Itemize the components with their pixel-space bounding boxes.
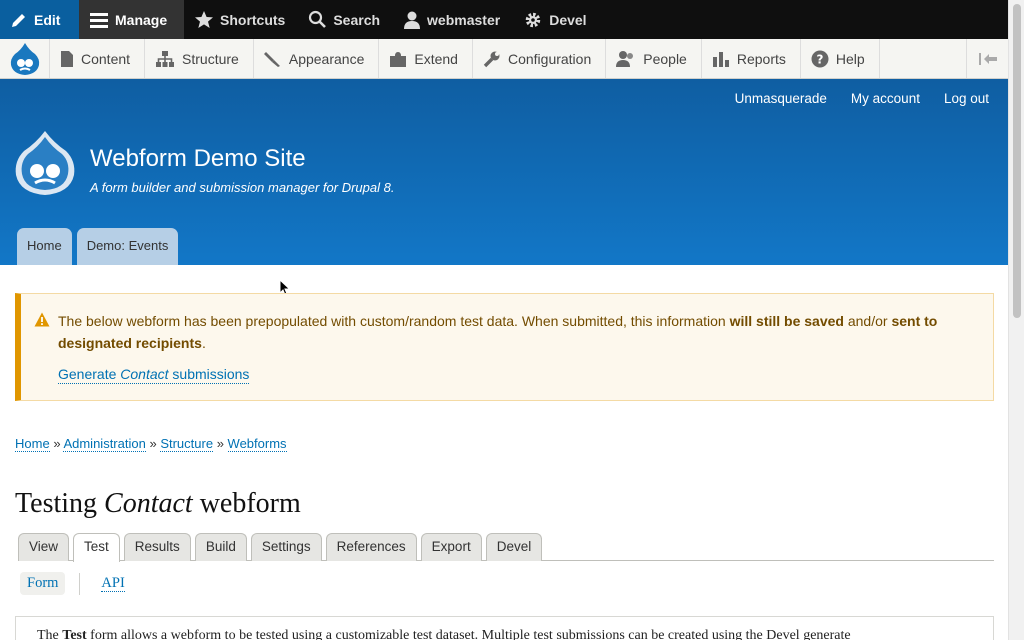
site-name[interactable]: Webform Demo Site <box>90 145 306 173</box>
secondary-tabs: Form API <box>20 572 132 595</box>
pencil-icon <box>12 13 25 27</box>
site-slogan: A form builder and submission manager fo… <box>90 180 395 195</box>
search-label: Search <box>333 11 381 28</box>
tray-item-label: Configuration <box>507 50 592 67</box>
collapse-arrow-icon <box>978 52 997 65</box>
local-tabs: View Test Results Build Settings Referen… <box>18 533 994 562</box>
breadcrumb-home[interactable]: Home <box>15 436 50 452</box>
subtab-divider <box>79 572 81 595</box>
tray-item-label: Help <box>835 50 865 67</box>
shortcuts-label: Shortcuts <box>220 11 286 28</box>
tray-item-label: Extend <box>414 50 458 67</box>
manage-button[interactable]: Manage <box>79 0 184 39</box>
wrench-icon <box>483 51 500 67</box>
tray-item-content[interactable]: Content <box>50 39 146 78</box>
admin-toolbar: Edit Manage Shortcuts Search webmaster D… <box>0 0 1008 39</box>
edit-label: Edit <box>34 11 61 28</box>
drupal-logo-icon <box>15 131 75 195</box>
devel-button[interactable]: Devel <box>513 0 599 39</box>
sitemap-icon <box>156 50 175 67</box>
primary-tabs: Home Demo: Events <box>17 228 179 265</box>
tray-item-label: People <box>643 50 687 67</box>
primary-tab-demo-events[interactable]: Demo: Events <box>76 228 179 265</box>
tray-item-label: Reports <box>736 50 786 67</box>
tab-devel[interactable]: Devel <box>485 533 543 561</box>
tab-view[interactable]: View <box>18 533 70 561</box>
breadcrumb-separator: » <box>216 436 224 451</box>
generate-submissions-link[interactable]: Generate Contact submissions <box>58 366 250 384</box>
tab-build[interactable]: Build <box>194 533 247 561</box>
gear-icon <box>525 12 541 27</box>
puzzle-icon <box>390 51 407 67</box>
tray-item-people[interactable]: People <box>606 39 702 78</box>
tray-item-configuration[interactable]: Configuration <box>473 39 607 78</box>
test-description: The Test form allows a webform to be tes… <box>15 616 994 640</box>
tray-item-label: Structure <box>182 50 239 67</box>
tray-item-appearance[interactable]: Appearance <box>254 39 380 78</box>
tray-collapse-toggle[interactable] <box>966 39 1008 78</box>
bar-chart-icon <box>712 51 729 67</box>
log-out-link[interactable]: Log out <box>944 91 989 106</box>
document-icon <box>61 50 73 67</box>
tray-item-reports[interactable]: Reports <box>702 39 801 78</box>
tray-item-structure[interactable]: Structure <box>145 39 254 78</box>
site-logo[interactable] <box>14 129 76 202</box>
breadcrumb-webforms[interactable]: Webforms <box>227 436 287 452</box>
paintbrush-icon <box>263 51 280 67</box>
subtab-api[interactable]: API <box>94 572 131 595</box>
subtab-form[interactable]: Form <box>20 572 66 595</box>
svg-text:?: ? <box>816 52 823 66</box>
tab-settings[interactable]: Settings <box>250 533 322 561</box>
search-icon <box>309 10 327 28</box>
edit-button[interactable]: Edit <box>0 0 79 39</box>
shortcuts-button[interactable]: Shortcuts <box>184 0 298 39</box>
tab-export[interactable]: Export <box>420 533 482 561</box>
manage-label: Manage <box>115 11 168 28</box>
tab-references[interactable]: References <box>325 533 417 561</box>
hamburger-icon <box>90 12 108 28</box>
warning-message: The below webform has been prepopulated … <box>15 293 994 401</box>
drupal-drop-icon <box>10 42 39 75</box>
star-icon <box>195 10 213 28</box>
secondary-menu: Unmasquerade My account Log out <box>735 91 989 106</box>
people-icon <box>616 50 634 67</box>
user-label: webmaster <box>427 11 501 28</box>
devel-label: Devel <box>549 11 587 28</box>
search-button[interactable]: Search <box>298 0 393 39</box>
tray-item-help[interactable]: ? Help <box>801 39 880 78</box>
tab-results[interactable]: Results <box>123 533 191 561</box>
warning-text: The below webform has been prepopulated … <box>58 313 938 351</box>
page-scrollbar[interactable] <box>1008 0 1024 640</box>
warning-icon <box>34 312 50 327</box>
tray-item-label: Appearance <box>288 50 365 67</box>
breadcrumb-separator: » <box>149 436 157 451</box>
breadcrumb-separator: » <box>53 436 61 451</box>
breadcrumb-structure[interactable]: Structure <box>160 436 214 452</box>
primary-tab-home[interactable]: Home <box>17 228 72 265</box>
tab-test[interactable]: Test <box>73 533 120 562</box>
admin-tray: Content Structure Appearance Extend Conf… <box>0 39 1008 79</box>
tray-item-extend[interactable]: Extend <box>379 39 473 78</box>
page-title: Testing Contact webform <box>15 488 301 519</box>
tray-item-label: Content <box>81 50 131 67</box>
breadcrumb-administration[interactable]: Administration <box>63 436 146 452</box>
site-header: Unmasquerade My account Log out Webform … <box>0 79 1008 265</box>
user-icon <box>404 11 421 29</box>
my-account-link[interactable]: My account <box>851 91 920 106</box>
scrollbar-thumb[interactable] <box>1013 4 1021 318</box>
unmasquerade-link[interactable]: Unmasquerade <box>735 91 827 106</box>
breadcrumb: Home » Administration » Structure » Webf… <box>15 436 287 452</box>
help-icon: ? <box>811 50 829 67</box>
drupal-home-link[interactable] <box>0 39 50 78</box>
user-button[interactable]: webmaster <box>393 0 513 39</box>
